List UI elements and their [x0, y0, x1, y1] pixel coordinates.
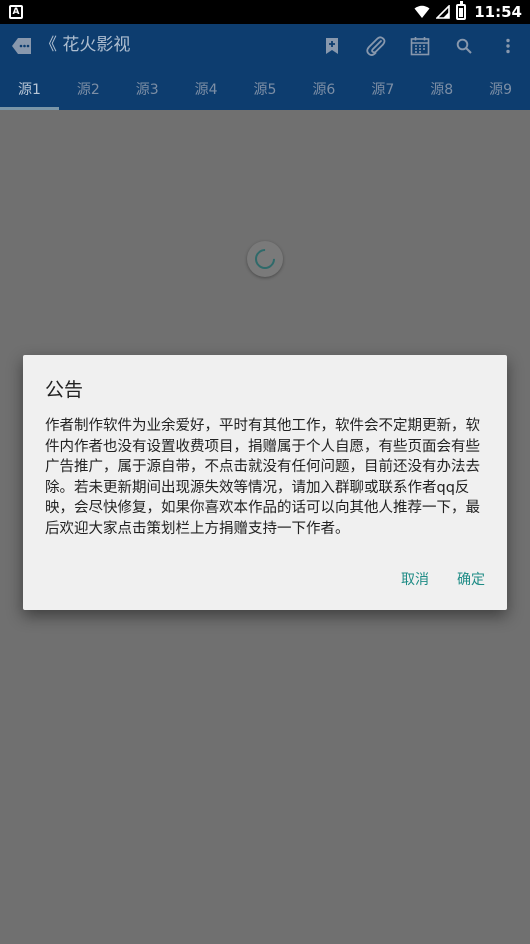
bookmark-add-icon[interactable] — [320, 34, 344, 58]
tab-source-7[interactable]: 源7 — [353, 68, 412, 110]
tab-source-2[interactable]: 源2 — [59, 68, 118, 110]
tab-source-3[interactable]: 源3 — [118, 68, 177, 110]
cancel-button[interactable]: 取消 — [401, 569, 429, 589]
back-icon[interactable] — [12, 37, 32, 55]
app-screen: A 11:54 《 花火影视 源1 源2 源3 源4 源5 源6 源7 源8 源… — [0, 0, 530, 944]
tab-source-5[interactable]: 源5 — [236, 68, 295, 110]
tab-source-1[interactable]: 源1 — [0, 68, 59, 110]
tab-source-4[interactable]: 源4 — [177, 68, 236, 110]
dialog-actions: 取消 确定 — [401, 569, 485, 589]
announcement-dialog: 公告 作者制作软件为业余爱好，平时有其他工作，软件会不定期更新，软件内作者也没有… — [23, 355, 507, 610]
confirm-button[interactable]: 确定 — [457, 569, 485, 589]
notification-a-icon: A — [9, 5, 23, 19]
wifi-icon — [414, 5, 430, 18]
tab-source-9[interactable]: 源9 — [471, 68, 530, 110]
spinner-icon — [250, 244, 280, 274]
app-title: 《 花火影视 — [40, 35, 131, 55]
tab-source-6[interactable]: 源6 — [294, 68, 353, 110]
status-time: 11:54 — [474, 3, 522, 21]
dialog-message: 作者制作软件为业余爱好，平时有其他工作，软件会不定期更新，软件内作者也没有设置收… — [45, 418, 480, 537]
toolbar-actions — [300, 34, 520, 58]
status-indicators: 11:54 — [414, 0, 522, 24]
signal-icon — [436, 5, 451, 19]
tab-source-8[interactable]: 源8 — [412, 68, 471, 110]
calendar-icon[interactable] — [408, 34, 432, 58]
battery-icon — [456, 1, 467, 20]
attachment-icon[interactable] — [364, 34, 388, 58]
search-icon[interactable] — [452, 34, 476, 58]
app-bar: 《 花火影视 — [0, 24, 530, 68]
loading-indicator — [247, 241, 283, 277]
status-bar: A 11:54 — [0, 0, 530, 24]
more-vert-icon[interactable] — [496, 34, 520, 58]
dialog-title: 公告 — [45, 379, 84, 401]
source-tabs: 源1 源2 源3 源4 源5 源6 源7 源8 源9 — [0, 68, 530, 110]
